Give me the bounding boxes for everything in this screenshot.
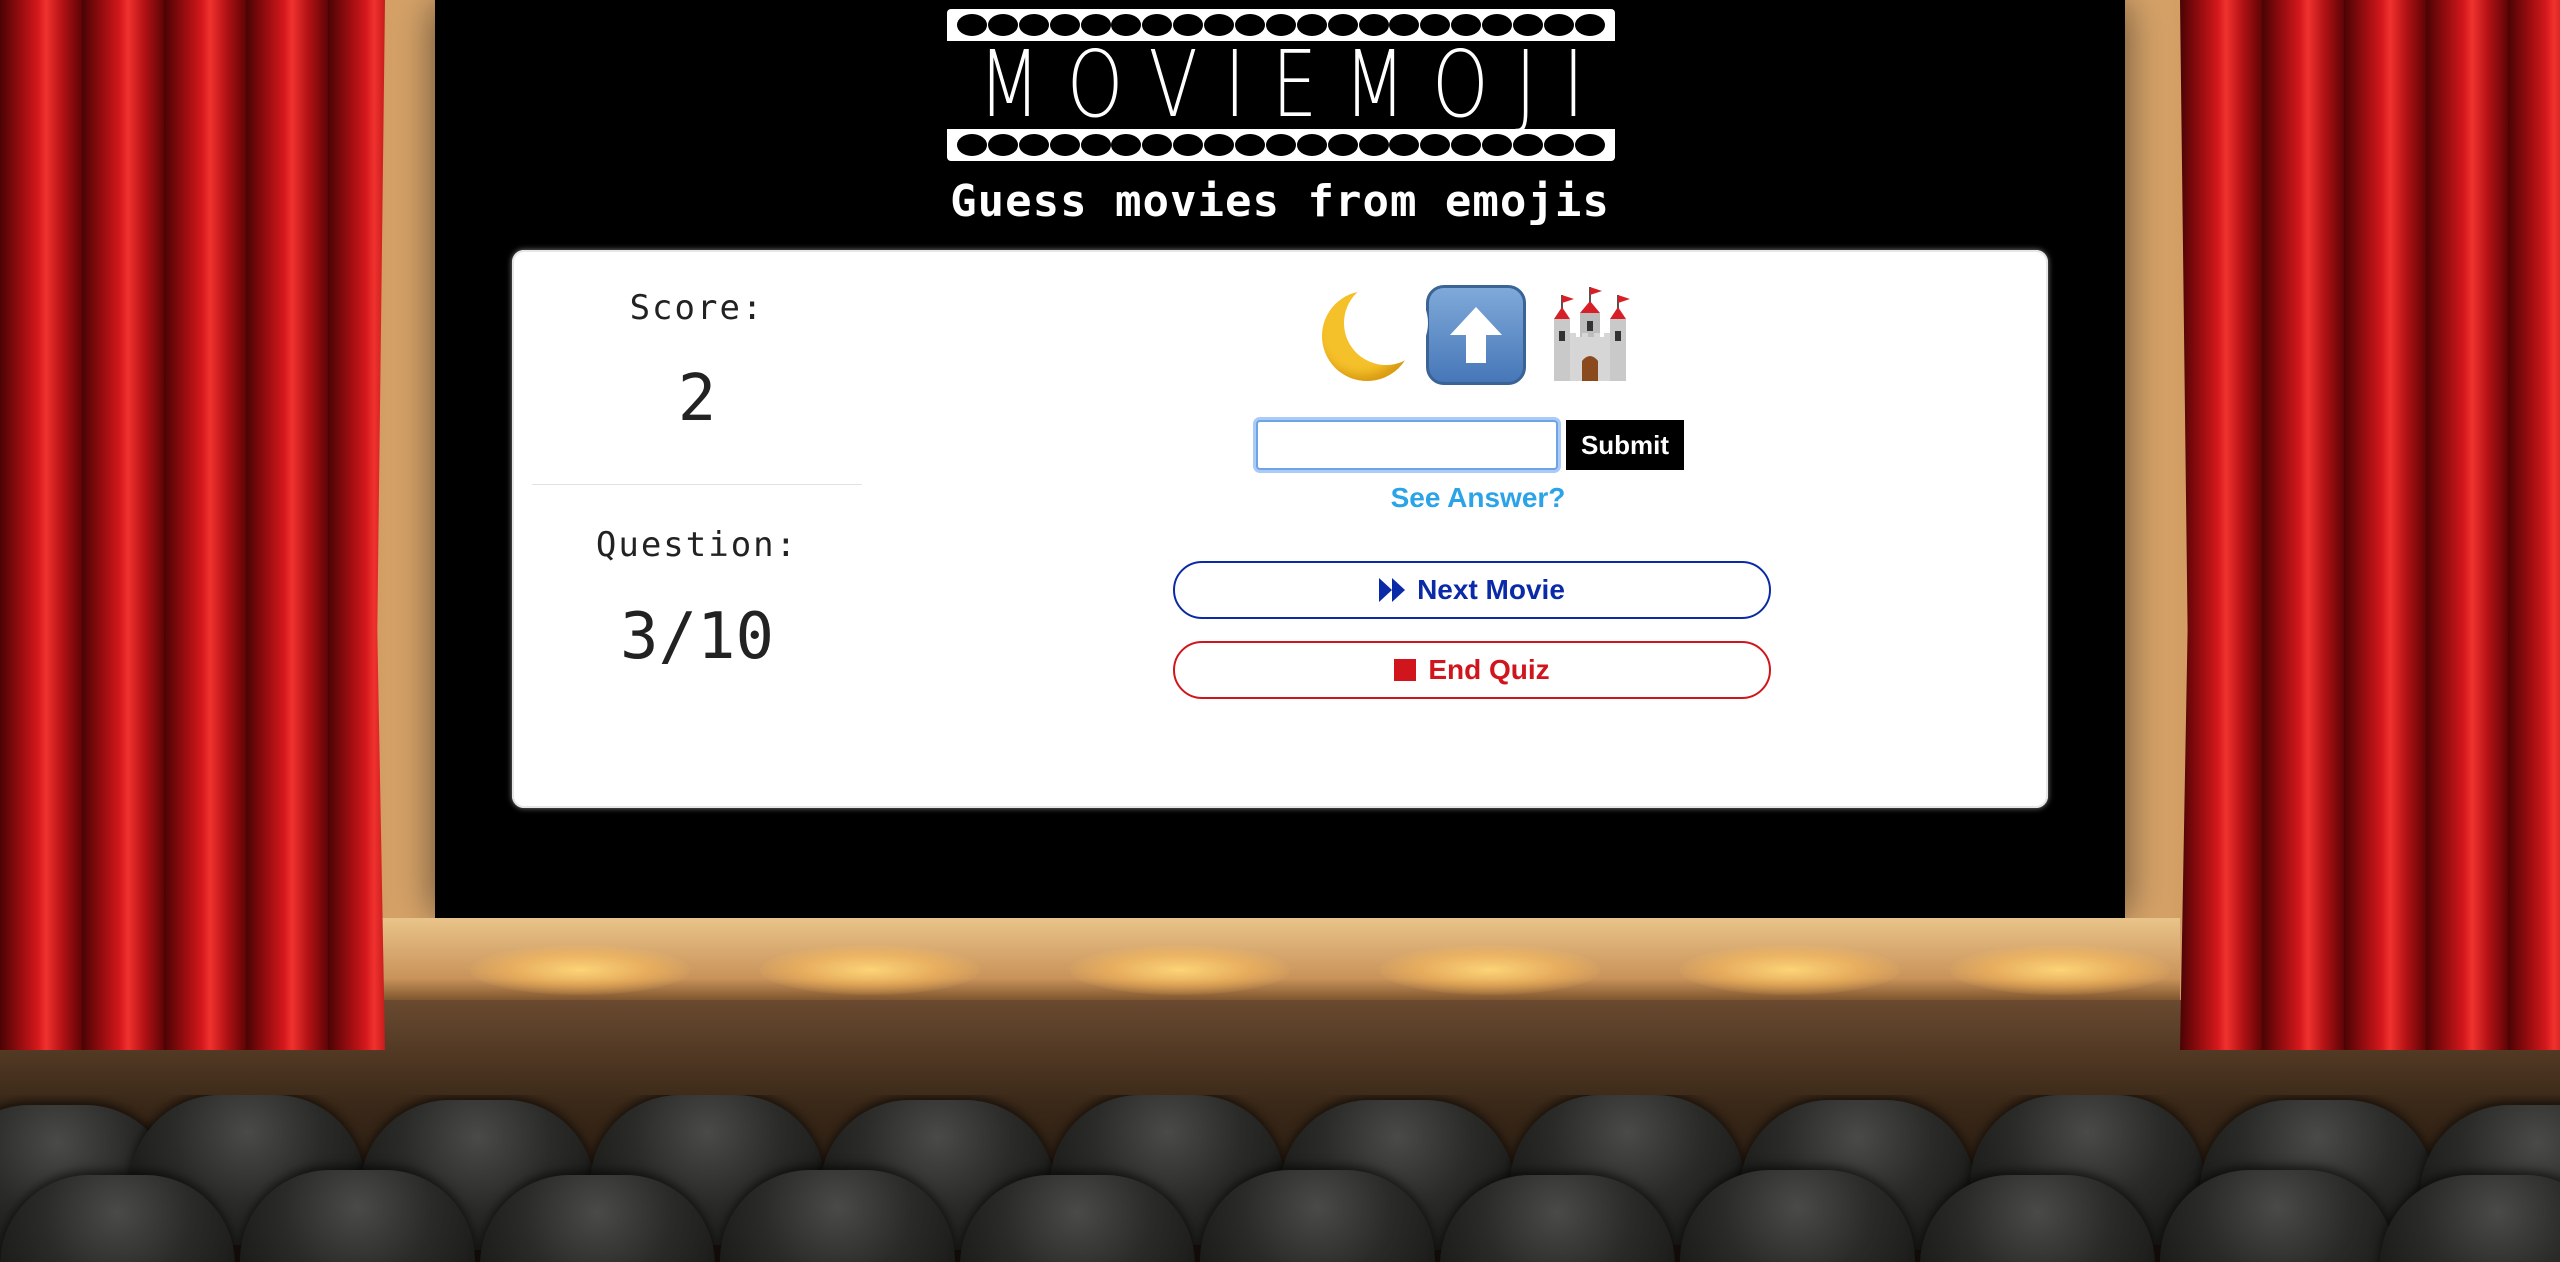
answer-row: Submit	[1256, 417, 1684, 473]
stats-divider	[532, 484, 862, 485]
stage-light	[470, 945, 690, 995]
stats-column: Score: 2 Question: 3/10	[532, 250, 862, 808]
stop-icon	[1394, 659, 1417, 681]
film-strip-bottom	[957, 133, 1605, 157]
logo-text: MOVIEMOJI	[978, 31, 1611, 138]
stage-light	[1950, 945, 2170, 995]
moviemoji-logo: MOVIEMOJI	[947, 9, 1615, 161]
crescent-moon-icon	[1316, 281, 1428, 383]
question-value: 3/10	[619, 600, 775, 674]
stage-light	[760, 945, 980, 995]
next-movie-button[interactable]: Next Movie	[1173, 561, 1771, 619]
answer-input[interactable]	[1256, 420, 1558, 470]
stage-light	[1680, 945, 1900, 995]
stage-light	[1380, 945, 1600, 995]
see-answer-link[interactable]: See Answer?	[1298, 482, 1658, 514]
next-movie-label: Next Movie	[1417, 574, 1565, 605]
emoji-clue	[1298, 280, 1658, 390]
quiz-panel: Score: 2 Question: 3/10 Submit See Answe…	[512, 250, 2048, 808]
page-tagline: Guess movies from emojis	[950, 176, 1610, 227]
curtain-right	[2180, 0, 2560, 1050]
castle-icon	[1554, 287, 1630, 381]
end-quiz-button[interactable]: End Quiz	[1173, 641, 1771, 699]
end-quiz-label: End Quiz	[1428, 654, 1550, 685]
question-label: Question:	[595, 525, 799, 565]
seat-rows	[0, 1095, 2560, 1262]
submit-button[interactable]: Submit	[1566, 420, 1684, 470]
score-value: 2	[677, 362, 717, 436]
logo-band: MOVIEMOJI	[947, 31, 1615, 138]
score-label: Score:	[629, 288, 765, 328]
stage-light	[1070, 945, 1290, 995]
fast-forward-icon	[1379, 578, 1406, 602]
curtain-left	[0, 0, 385, 1050]
up-arrow-icon	[1426, 285, 1526, 385]
